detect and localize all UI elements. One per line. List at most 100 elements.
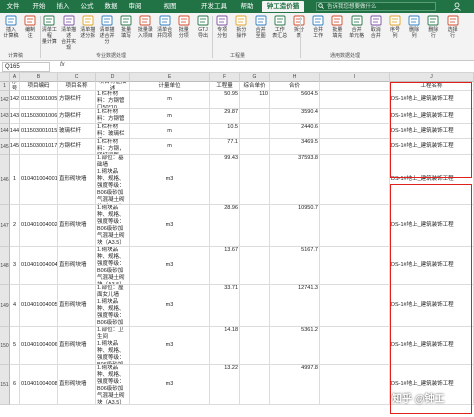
table-cell[interactable]: [240, 139, 270, 155]
table-cell[interactable]: 011503001006: [20, 109, 58, 124]
table-cell[interactable]: 4: [10, 285, 20, 327]
row-header[interactable]: 143: [0, 109, 10, 124]
table-cell[interactable]: 玻璃栏杆: [58, 124, 96, 139]
row-header[interactable]: 144: [0, 124, 10, 139]
tab-3[interactable]: 公式: [76, 1, 98, 12]
subcontract-button[interactable]: 专项 分包: [213, 15, 231, 39]
header-cell[interactable]: 工程名称: [390, 82, 474, 91]
table-cell[interactable]: [320, 109, 390, 124]
tab-9[interactable]: 钟工造价猫: [262, 1, 304, 12]
column-header-E[interactable]: E: [130, 73, 210, 82]
table-cell[interactable]: 方钢栏杆: [58, 109, 96, 124]
select-row-button[interactable]: 选择 行: [444, 15, 462, 39]
header-cell[interactable]: 综合单价: [240, 82, 270, 91]
table-cell[interactable]: 1.栏杆材料：方钢，竖杆间距≤110 栏杆高度：1100mm 2.部位：护窗栏杆: [96, 139, 130, 155]
table-cell[interactable]: 37593.8: [270, 155, 320, 205]
table-cell[interactable]: [240, 124, 270, 139]
table-cell[interactable]: m: [130, 91, 210, 109]
table-cell[interactable]: 直形砌块墙: [58, 205, 96, 247]
spreadsheet-grid[interactable]: 1 序号 项目编码 项目名称 项目特征描述 计量单位 工程量 综合单价 合价 工程名称 142 142…: [0, 82, 474, 417]
table-cell[interactable]: 011503001015: [20, 124, 58, 139]
column-header-I[interactable]: I: [320, 73, 390, 82]
table-cell[interactable]: 5167.7: [270, 247, 320, 285]
del-row-button[interactable]: 删除 行: [424, 15, 442, 39]
column-header-J[interactable]: J: [390, 73, 474, 82]
table-cell[interactable]: [320, 285, 390, 327]
table-cell[interactable]: DS-1#地上_建筑装饰工程: [390, 91, 474, 109]
table-cell[interactable]: [320, 205, 390, 247]
seq-button[interactable]: 序号 列: [386, 15, 404, 39]
row-header[interactable]: 151: [0, 365, 10, 405]
table-cell[interactable]: [240, 155, 270, 205]
table-cell[interactable]: DS-1#地上_建筑装饰工程: [390, 139, 474, 155]
table-cell[interactable]: DS-1#地上_建筑装饰工程: [390, 155, 474, 205]
table-cell[interactable]: 010401004001: [20, 155, 58, 205]
tab-1[interactable]: 开始: [28, 1, 50, 12]
merge-desc-button[interactable]: 清单描述 合并实现: [60, 15, 78, 51]
table-cell[interactable]: DS-1#地上_建筑装饰工程: [390, 124, 474, 139]
table-cell[interactable]: 010401004005: [20, 285, 58, 327]
table-cell[interactable]: 2440.6: [270, 124, 320, 139]
table-cell[interactable]: 1.栏杆材料：方钢管口50*10 栏杆高度：900mm 2.部位：阳台: [96, 91, 130, 109]
column-header-A[interactable]: A: [10, 73, 20, 82]
table-cell[interactable]: 110: [240, 91, 270, 109]
table-cell[interactable]: DS-1#地上_建筑装饰工程: [390, 247, 474, 285]
header-cell[interactable]: 计量单位: [130, 82, 210, 91]
table-cell[interactable]: 2: [10, 205, 20, 247]
table-cell[interactable]: 5361.2: [270, 327, 320, 365]
table-cell[interactable]: 直形砌块墙: [58, 155, 96, 205]
table-cell[interactable]: [320, 247, 390, 285]
table-cell[interactable]: 010401004004: [20, 247, 58, 285]
table-cell[interactable]: 28.96: [210, 205, 240, 247]
table-cell[interactable]: 12741.3: [270, 285, 320, 327]
table-cell[interactable]: 13.22: [210, 365, 240, 405]
table-cell[interactable]: [240, 285, 270, 327]
gtj-export-button[interactable]: GTJ 导出: [194, 15, 212, 39]
table-cell[interactable]: 6: [10, 365, 20, 405]
batch-fill-button[interactable]: 批量 填写: [117, 15, 135, 39]
split-op-button[interactable]: 拆分 操作: [232, 15, 250, 39]
table-cell[interactable]: 3469.5: [270, 139, 320, 155]
row-header[interactable]: 149: [0, 285, 10, 327]
header-cell[interactable]: [320, 82, 390, 91]
table-cell[interactable]: m3: [130, 205, 210, 247]
merge-cell-button[interactable]: 合并 单元格: [348, 15, 366, 39]
header-cell[interactable]: 工程量: [210, 82, 240, 91]
table-cell[interactable]: 3590.4: [270, 109, 320, 124]
merge-split-button[interactable]: 清单描 述合并分: [98, 15, 116, 45]
table-cell[interactable]: 29.87: [210, 109, 240, 124]
table-cell[interactable]: 1.部位：基础墙 1.砌块品种、规格、强度等级：B06级砂加 气混凝土砌块（A3…: [96, 155, 130, 205]
table-cell[interactable]: 5: [10, 327, 20, 365]
row-header[interactable]: 142: [0, 91, 10, 109]
column-header-G[interactable]: G: [240, 73, 270, 82]
search-input[interactable]: 告诉我您想要做什么: [316, 2, 436, 11]
table-cell[interactable]: 直形砌块墙: [58, 285, 96, 327]
table-cell[interactable]: DS-1#地上_建筑装饰工程: [390, 205, 474, 247]
table-cell[interactable]: m3: [130, 365, 210, 405]
column-header-B[interactable]: B: [20, 73, 58, 82]
batch-entry-button[interactable]: 批量录 入项目: [136, 15, 154, 39]
del-col-button[interactable]: 删除 列: [405, 15, 423, 39]
insert-sheet-button[interactable]: 插入 计算稿: [2, 15, 20, 39]
table-cell[interactable]: 50.95: [210, 91, 240, 109]
table-cell[interactable]: m3: [130, 285, 210, 327]
table-cell[interactable]: 33.71: [210, 285, 240, 327]
row-header[interactable]: 145: [0, 139, 10, 155]
tab-0[interactable]: 文件: [2, 1, 24, 12]
header-cell[interactable]: 项目名称: [58, 82, 96, 91]
row-header[interactable]: 147: [0, 205, 10, 247]
table-cell[interactable]: 010401004002: [20, 205, 58, 247]
table-cell[interactable]: 13.67: [210, 247, 240, 285]
column-header-D[interactable]: D: [96, 73, 130, 82]
select-all-corner[interactable]: [0, 73, 10, 82]
table-cell[interactable]: 10.5: [210, 124, 240, 139]
batch-item-button[interactable]: 批量 分项: [175, 15, 193, 39]
table-cell[interactable]: 011503001005: [20, 91, 58, 109]
table-cell[interactable]: m3: [130, 155, 210, 205]
table-cell[interactable]: 99.43: [210, 155, 240, 205]
table-cell[interactable]: 145: [10, 139, 20, 155]
row-header[interactable]: 146: [0, 155, 10, 205]
table-cell[interactable]: 4997.8: [270, 365, 320, 405]
merge-fig-button[interactable]: 合并 至图: [252, 15, 270, 39]
table-cell[interactable]: 直形砌块墙: [58, 327, 96, 365]
